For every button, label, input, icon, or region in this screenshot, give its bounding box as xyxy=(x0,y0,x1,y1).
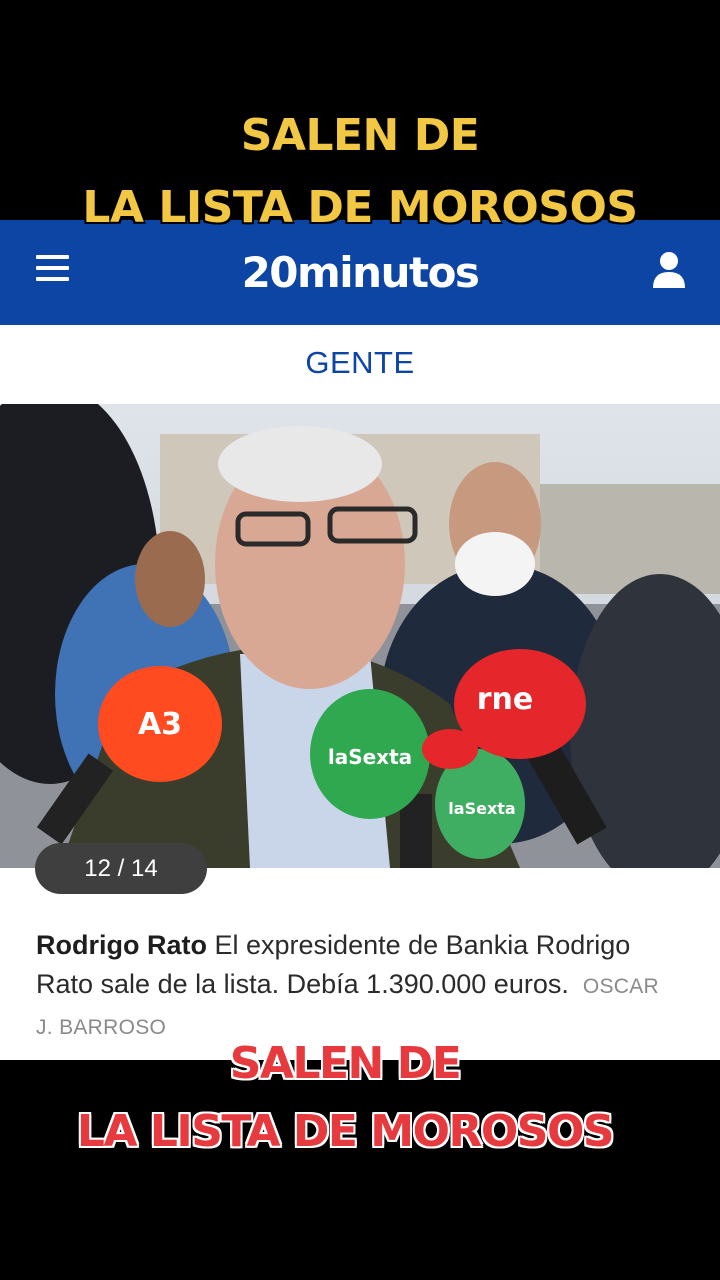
bottom-caption-line-2: LA LISTA DE MOROSOS xyxy=(76,1106,615,1157)
article-caption: Rodrigo Rato El expresidente de Bankia R… xyxy=(36,926,676,1047)
top-caption-line-2: LA LISTA DE MOROSOS xyxy=(82,182,638,233)
top-overlay-caption: SALEN DE LA LISTA DE MOROSOS xyxy=(0,100,720,244)
mic-lasexta-label-2: laSexta xyxy=(448,799,515,818)
mic-a3-label: A3 xyxy=(138,707,182,742)
site-logo[interactable]: 20minutos xyxy=(0,248,720,297)
user-icon[interactable] xyxy=(652,250,686,290)
caption-name: Rodrigo Rato xyxy=(36,930,207,960)
article-photo: A3 laSexta laSexta rne xyxy=(0,404,720,868)
gallery-counter: 12 / 14 xyxy=(35,843,207,894)
mic-rne-label: rne xyxy=(477,682,534,717)
top-caption-line-1: SALEN DE xyxy=(240,110,480,161)
bottom-caption-line-1: SALEN DE xyxy=(229,1038,462,1089)
mic-lasexta-label-1: laSexta xyxy=(328,745,412,769)
bottom-overlay-caption: SALEN DE LA LISTA DE MOROSOS xyxy=(0,1030,690,1166)
section-label[interactable]: GENTE xyxy=(0,345,720,381)
